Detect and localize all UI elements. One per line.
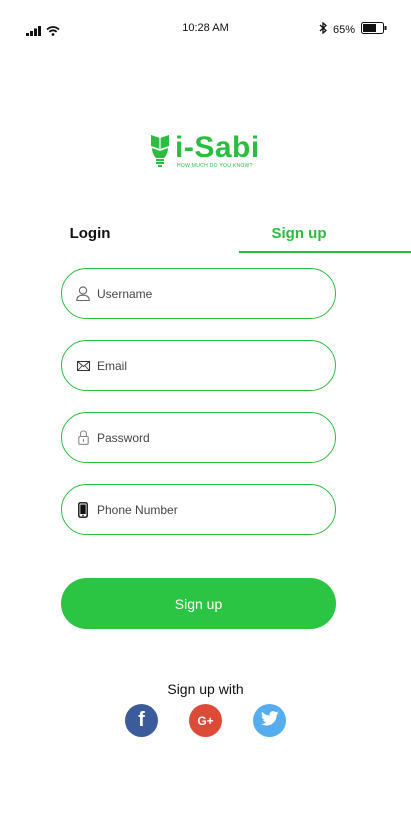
active-tab-indicator (239, 251, 411, 253)
password-field[interactable] (61, 412, 336, 463)
user-icon (76, 285, 90, 303)
status-bar: 10:28 AM 65% (0, 0, 411, 58)
twitter-button[interactable] (253, 704, 286, 737)
tab-signup[interactable]: Sign up (239, 214, 359, 252)
phone-field[interactable] (61, 484, 336, 535)
username-field[interactable] (61, 268, 336, 319)
google-plus-button[interactable]: G+ (189, 704, 222, 737)
signup-with-heading: Sign up with (167, 681, 244, 697)
signup-button[interactable]: Sign up (61, 578, 336, 629)
email-field[interactable] (61, 340, 336, 391)
username-input[interactable] (97, 286, 297, 301)
lock-icon (76, 429, 90, 447)
facebook-button[interactable]: f (125, 704, 158, 737)
battery-percent: 65% (332, 23, 355, 36)
bulb-book-icon (149, 132, 171, 175)
twitter-icon (260, 710, 279, 731)
logo-title: i-Sabi (175, 131, 260, 164)
envelope-icon (76, 357, 90, 375)
phone-icon (76, 501, 90, 519)
phone-input[interactable] (97, 502, 297, 517)
battery-icon (361, 22, 387, 37)
logo-tagline: HOW MUCH DO YOU KNOW? (177, 163, 253, 169)
facebook-icon: f (138, 709, 145, 731)
password-input[interactable] (97, 430, 297, 445)
logo-text: i-Sabi HOW MUCH DO YOU KNOW? (175, 131, 260, 170)
google-plus-icon: G+ (197, 713, 214, 728)
bluetooth-icon (319, 21, 327, 37)
app-logo: i-Sabi HOW MUCH DO YOU KNOW? (149, 132, 260, 175)
email-input[interactable] (97, 358, 297, 373)
auth-tabs: Login Sign up (0, 214, 411, 254)
status-right-group: 65% (319, 21, 387, 37)
tab-login[interactable]: Login (40, 214, 140, 252)
